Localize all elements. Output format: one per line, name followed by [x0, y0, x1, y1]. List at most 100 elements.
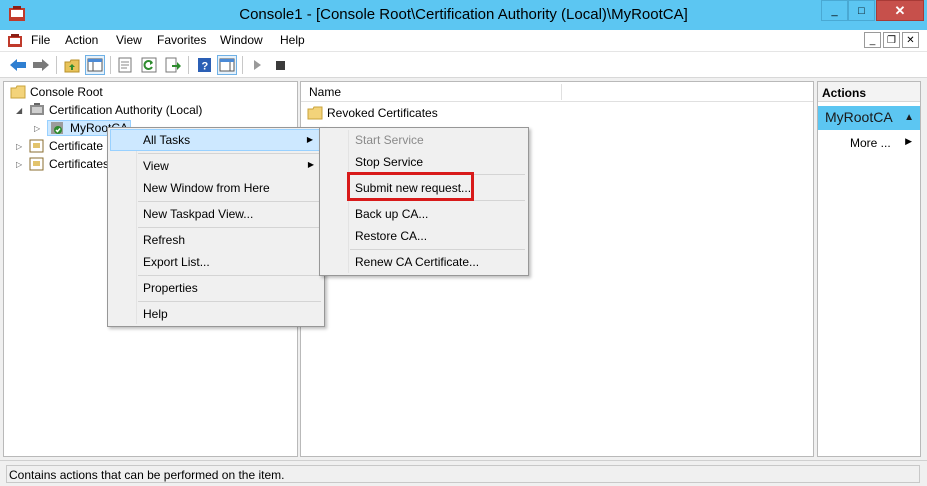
- forward-arrow-icon: [33, 59, 49, 71]
- play-icon: [254, 60, 261, 70]
- tree-item-console-root[interactable]: Console Root: [10, 83, 103, 101]
- submenu-arrow-icon: ▶: [306, 135, 313, 144]
- menu-item-new-window[interactable]: New Window from Here: [110, 177, 322, 199]
- actions-group-label: MyRootCA: [825, 109, 893, 125]
- folder-icon: [307, 106, 323, 120]
- properties-button[interactable]: [115, 55, 135, 75]
- menu-action[interactable]: Action: [65, 33, 98, 47]
- certificate-icon: [29, 139, 44, 153]
- menu-separator: [138, 275, 321, 276]
- collapse-icon[interactable]: ▲: [904, 112, 914, 123]
- all-tasks-submenu: Start Service Stop Service Submit new re…: [319, 127, 529, 276]
- help-icon: ?: [197, 58, 211, 73]
- tree-item-certificates[interactable]: ▷ Certificates: [16, 155, 109, 173]
- minimize-button[interactable]: _: [821, 0, 848, 21]
- menu-item-new-taskpad-view[interactable]: New Taskpad View...: [110, 203, 322, 225]
- actions-group-header[interactable]: MyRootCA ▲: [818, 106, 920, 130]
- menu-item-refresh[interactable]: Refresh: [110, 229, 322, 251]
- up-one-level-button[interactable]: [62, 55, 82, 75]
- ca-icon: [51, 122, 63, 134]
- maximize-button[interactable]: □: [848, 0, 875, 21]
- forward-button[interactable]: [31, 55, 51, 75]
- inner-close-button[interactable]: ✕: [902, 32, 919, 48]
- actions-title: Actions: [818, 82, 920, 102]
- tree-label: Certification Authority (Local): [49, 103, 203, 117]
- folder-icon: [10, 85, 26, 99]
- stop-service-button[interactable]: [270, 55, 290, 75]
- close-button[interactable]: ✕: [876, 0, 924, 21]
- certificate-icon: [29, 157, 44, 171]
- menu-item-back-up-ca[interactable]: Back up CA...: [322, 203, 526, 225]
- menu-item-all-tasks[interactable]: All Tasks ▶: [110, 129, 322, 151]
- export-icon: [165, 57, 181, 73]
- toolbar: ?: [0, 52, 927, 78]
- menu-help[interactable]: Help: [280, 33, 305, 47]
- tree-label: Certificates: [49, 157, 110, 171]
- menu-item-export-list[interactable]: Export List...: [110, 251, 322, 273]
- show-hide-tree-button[interactable]: [85, 55, 105, 75]
- svg-text:?: ?: [201, 61, 208, 73]
- menu-item-view[interactable]: View ▶: [110, 155, 322, 177]
- tree-label: Certificate: [49, 139, 104, 153]
- menu-separator: [138, 201, 321, 202]
- menu-separator: [138, 153, 321, 154]
- actions-pane: Actions MyRootCA ▲ More ... ▶: [817, 81, 921, 457]
- tree-item-certificate[interactable]: ▷ Certificate: [16, 137, 103, 155]
- toolbar-separator: [56, 56, 57, 74]
- menu-item-start-service: Start Service: [355, 133, 424, 147]
- menu-item-restore-ca[interactable]: Restore CA...: [322, 225, 526, 247]
- menu-bar: File Action View Favorites Window Help _…: [0, 30, 927, 52]
- toolbar-separator: [188, 56, 189, 74]
- show-hide-action-pane-button[interactable]: [217, 55, 237, 75]
- list-header: Name: [301, 82, 813, 102]
- properties-icon: [118, 57, 132, 73]
- back-arrow-icon: [10, 59, 26, 71]
- menu-favorites[interactable]: Favorites: [157, 33, 206, 47]
- menu-separator: [138, 301, 321, 302]
- title-bar: Console1 - [Console Root\Certification A…: [0, 0, 927, 30]
- window-title: Console1 - [Console Root\Certification A…: [239, 6, 688, 23]
- menu-item-stop-service[interactable]: Stop Service: [322, 151, 526, 173]
- refresh-icon: [141, 57, 157, 73]
- menu-item-renew-ca-certificate[interactable]: Renew CA Certificate...: [322, 251, 526, 273]
- inner-minimize-button[interactable]: _: [864, 32, 881, 48]
- annotation-highlight-box: [347, 172, 474, 201]
- menu-window[interactable]: Window: [220, 33, 263, 47]
- submenu-arrow-icon: ▶: [905, 136, 912, 146]
- menu-item-label: All Tasks: [143, 133, 191, 147]
- menu-separator: [138, 227, 321, 228]
- column-divider[interactable]: [561, 84, 562, 100]
- back-button[interactable]: [8, 55, 28, 75]
- expanded-triangle-icon[interactable]: ◢: [16, 106, 26, 115]
- menu-item-properties[interactable]: Properties: [110, 277, 322, 299]
- up-folder-icon: [64, 59, 79, 72]
- start-service-button[interactable]: [247, 55, 267, 75]
- toolbar-separator: [242, 56, 243, 74]
- export-list-button[interactable]: [163, 55, 183, 75]
- mmc-icon[interactable]: [7, 33, 23, 49]
- collapsed-triangle-icon[interactable]: ▷: [34, 124, 44, 133]
- show-hide-tree-icon: [87, 58, 103, 72]
- refresh-button[interactable]: [139, 55, 159, 75]
- status-text: Contains actions that can be performed o…: [6, 465, 920, 483]
- toolbar-separator: [110, 56, 111, 74]
- list-item[interactable]: Revoked Certificates: [307, 104, 438, 122]
- help-button[interactable]: ?: [194, 55, 214, 75]
- tree-label: Console Root: [30, 85, 103, 99]
- more-actions-link[interactable]: More ...: [850, 136, 891, 150]
- menu-view[interactable]: View: [116, 33, 142, 47]
- status-bar: Contains actions that can be performed o…: [0, 460, 927, 486]
- menu-separator: [350, 249, 525, 250]
- stop-icon: [275, 60, 285, 70]
- column-header-name[interactable]: Name: [309, 85, 341, 99]
- collapsed-triangle-icon[interactable]: ▷: [16, 160, 26, 169]
- submenu-arrow-icon: ▶: [307, 160, 314, 169]
- menu-item-help[interactable]: Help: [110, 303, 322, 325]
- menu-file[interactable]: File: [31, 33, 50, 47]
- action-pane-icon: [219, 58, 235, 72]
- context-menu: All Tasks ▶ View ▶ New Window from Here …: [107, 127, 325, 327]
- list-item-label: Revoked Certificates: [327, 106, 438, 120]
- inner-restore-button[interactable]: ❐: [883, 32, 900, 48]
- collapsed-triangle-icon[interactable]: ▷: [16, 142, 26, 151]
- tree-item-certification-authority[interactable]: ◢ Certification Authority (Local): [16, 101, 202, 119]
